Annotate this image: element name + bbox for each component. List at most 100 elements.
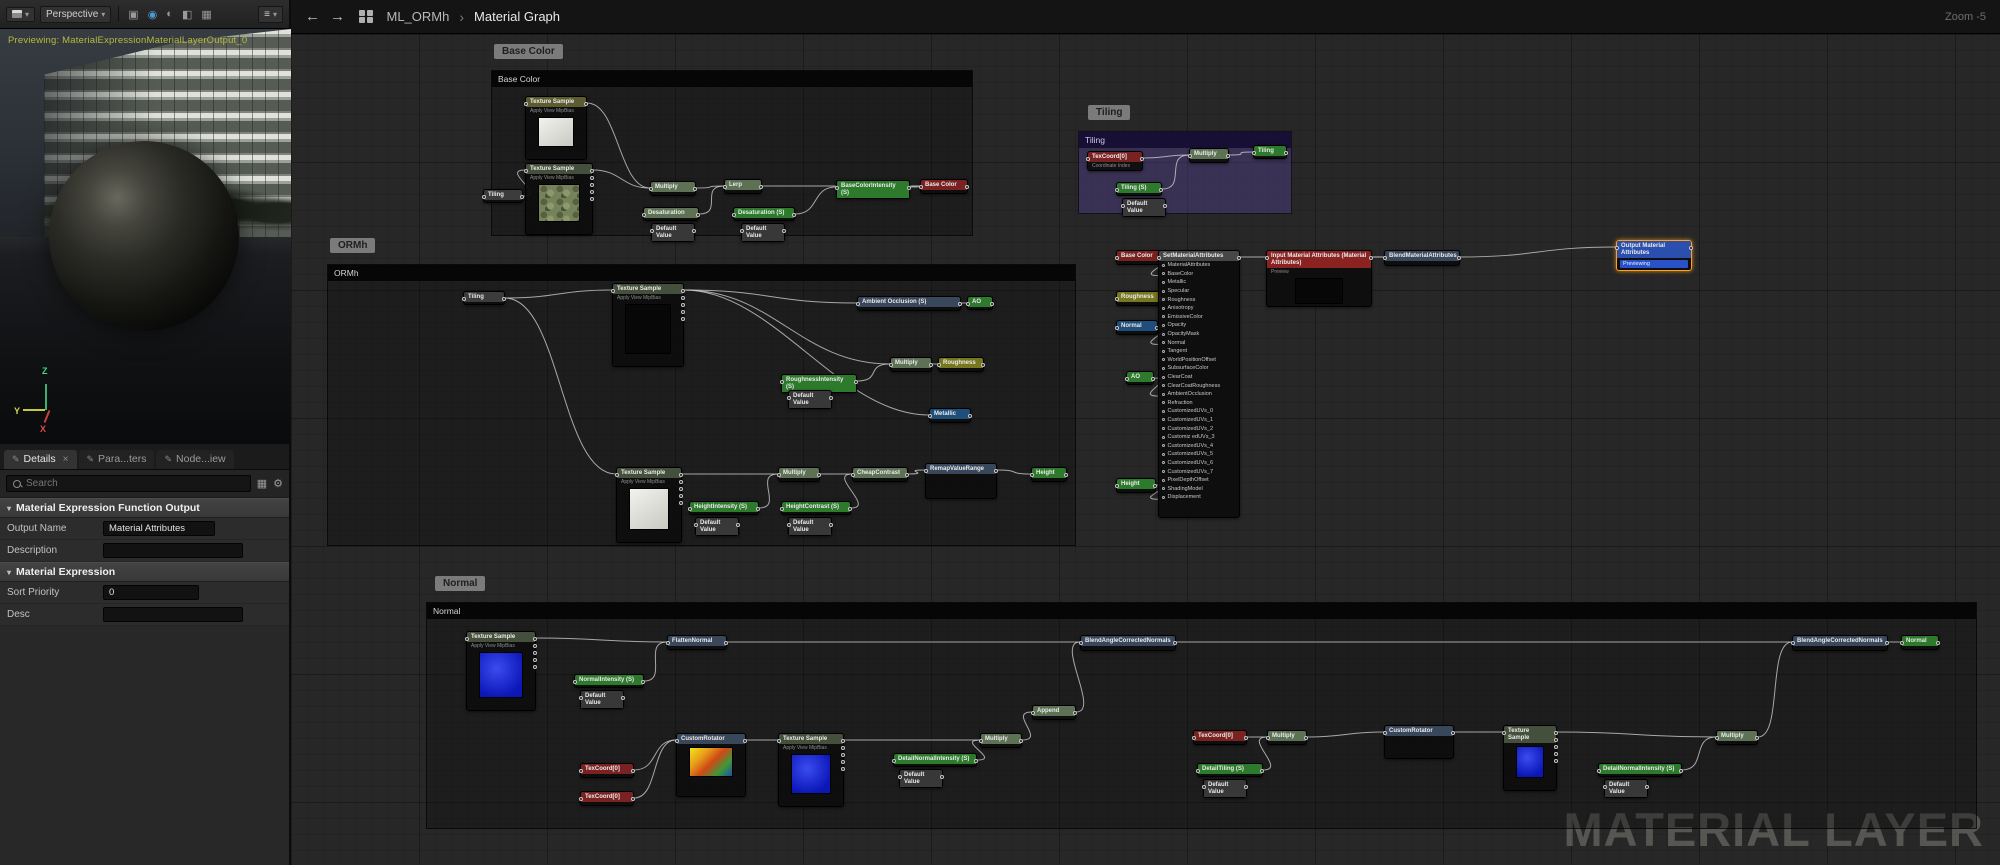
output-pin[interactable] xyxy=(590,176,594,180)
input-pin[interactable] xyxy=(465,637,469,641)
graph-node-n_out[interactable]: Normal xyxy=(1900,635,1940,650)
screenshot-icon[interactable]: ▣ xyxy=(126,7,140,22)
input-pin[interactable] xyxy=(688,507,692,511)
graph-node-n_tex1[interactable]: Texture Sample Apply View MipBias xyxy=(465,631,537,711)
desc-field[interactable] xyxy=(103,607,243,622)
input-pin[interactable] xyxy=(1265,256,1269,260)
output-pin[interactable] xyxy=(817,473,821,477)
output-pin[interactable] xyxy=(679,473,683,477)
input-pin[interactable] xyxy=(1383,731,1387,735)
graph-node-n_tc1[interactable]: TexCoord[0] xyxy=(579,763,635,778)
graph-node-orm_rough[interactable]: Roughness xyxy=(937,357,985,372)
graph-node-orm_tex[interactable]: Texture Sample Apply View MipBias xyxy=(611,283,685,367)
graph-node-n_tex3[interactable]: Texture Sample xyxy=(1502,725,1558,791)
input-pin[interactable] xyxy=(650,229,654,233)
output-pin[interactable] xyxy=(759,185,763,189)
graph-node-n_bacn1[interactable]: BlendAngleCorrectedNormals xyxy=(1079,635,1177,651)
graph-node-n_dint2[interactable]: DetailNormalIntensity (S) xyxy=(1597,763,1683,777)
output-pin[interactable] xyxy=(1073,711,1077,715)
input-pin[interactable] xyxy=(787,396,791,400)
output-pin[interactable] xyxy=(1237,256,1241,260)
input-pin[interactable] xyxy=(889,363,893,367)
graph-node-n_tc3[interactable]: TexCoord[0] xyxy=(1192,730,1248,745)
output-pin[interactable] xyxy=(1064,473,1068,477)
graph-node-r_ao[interactable]: AO xyxy=(1125,371,1155,385)
graph-node-orm_cc[interactable]: CheapContrast xyxy=(851,467,909,482)
graph-node-n_def2[interactable]: Default Value xyxy=(1202,779,1248,798)
input-pin[interactable] xyxy=(1121,204,1125,208)
input-pin[interactable] xyxy=(1715,736,1719,740)
graph-node-orm_hint1[interactable]: HeightIntensity (S) xyxy=(688,501,760,515)
input-pin[interactable] xyxy=(1079,641,1083,645)
output-pin[interactable] xyxy=(533,658,537,662)
output-pin[interactable] xyxy=(990,302,994,306)
output-pin[interactable] xyxy=(1159,188,1163,192)
output-pin[interactable] xyxy=(679,487,683,491)
output-pin[interactable] xyxy=(1554,752,1558,756)
graph-node-til_def[interactable]: Default Value xyxy=(1121,198,1167,217)
graph-node-n_tex2[interactable]: Texture Sample Apply View MipBias xyxy=(777,733,845,807)
output-pin[interactable] xyxy=(692,229,696,233)
graph-node-til_tc[interactable]: TexCoord[0] Coordinate Index xyxy=(1086,151,1144,171)
output-pin[interactable] xyxy=(848,507,852,511)
preview-viewport[interactable]: Previewing: MaterialExpressionMaterialLa… xyxy=(0,29,291,444)
graph-node-n_int[interactable]: NormalIntensity (S) xyxy=(573,674,645,688)
graph-node-n_ddef2[interactable]: Default Value xyxy=(1603,779,1649,798)
comment-tag-base_color[interactable]: Base Color xyxy=(494,44,563,59)
input-pin[interactable] xyxy=(642,213,646,217)
output-pin[interactable] xyxy=(1244,736,1248,740)
comment-frame-normal[interactable]: Normal xyxy=(426,602,1977,829)
graph-node-n_ddef1[interactable]: Default Value xyxy=(898,769,944,788)
graph-node-orm_rdef[interactable]: Default Value xyxy=(787,390,833,409)
input-pin[interactable] xyxy=(780,507,784,511)
graph-node-r_height[interactable]: Height xyxy=(1115,478,1157,493)
tab-parameters[interactable]: ✎ Para...ters xyxy=(78,450,155,469)
show-flags-button[interactable]: ≡ ▾ xyxy=(258,5,283,23)
output-pin[interactable] xyxy=(1885,641,1889,645)
output-pin[interactable] xyxy=(679,494,683,498)
input-pin[interactable] xyxy=(482,195,486,199)
output-pin[interactable] xyxy=(940,775,944,779)
input-pin[interactable] xyxy=(1202,785,1206,789)
output-pin[interactable] xyxy=(854,380,858,384)
graph-node-orm_htex[interactable]: Texture Sample Apply View MipBias xyxy=(615,467,683,543)
graph-node-orm_mul2[interactable]: Multiply xyxy=(777,467,821,482)
input-pin[interactable] xyxy=(919,185,923,189)
input-pin[interactable] xyxy=(462,297,466,301)
graph-node-til_param[interactable]: Tiling (S) xyxy=(1115,182,1163,196)
output-pin[interactable] xyxy=(533,644,537,648)
input-pin[interactable] xyxy=(1615,246,1619,250)
input-pin[interactable] xyxy=(615,473,619,477)
graph-node-til_mul[interactable]: Multiply xyxy=(1188,148,1230,163)
output-pin[interactable] xyxy=(981,363,985,367)
output-pin[interactable] xyxy=(736,523,740,527)
output-pin[interactable] xyxy=(1554,745,1558,749)
gear-icon[interactable]: ⚙ xyxy=(273,477,283,490)
input-pin[interactable] xyxy=(1086,157,1090,161)
graph-node-bc_param1[interactable]: Desaturation (S) xyxy=(732,207,796,221)
input-pin[interactable] xyxy=(579,769,583,773)
graph-node-r_rough[interactable]: Roughness xyxy=(1115,291,1163,306)
input-pin[interactable] xyxy=(1115,188,1119,192)
graph-node-n_rot2[interactable]: CustomRotator xyxy=(1383,725,1455,759)
output-pin[interactable] xyxy=(681,317,685,321)
input-pin[interactable] xyxy=(780,380,784,384)
graph-node-orm_hint2[interactable]: HeightContrast (S) xyxy=(780,501,852,515)
input-pin[interactable] xyxy=(666,641,670,645)
viewmode-wireframe-icon[interactable]: ◧ xyxy=(180,7,194,22)
output-pin[interactable] xyxy=(1369,256,1373,260)
output-pin[interactable] xyxy=(958,302,962,306)
output-pin[interactable] xyxy=(681,289,685,293)
input-pin[interactable] xyxy=(1266,736,1270,740)
output-pin[interactable] xyxy=(590,197,594,201)
input-pin[interactable] xyxy=(1115,326,1119,330)
output-pin[interactable] xyxy=(1284,151,1288,155)
output-pin[interactable] xyxy=(994,469,998,473)
input-pin[interactable] xyxy=(649,187,653,191)
comment-frame-tiling[interactable]: Tiling xyxy=(1078,131,1292,214)
graph-node-til_out[interactable]: Tiling xyxy=(1252,145,1288,159)
graph-node-r_bc[interactable]: Base Color xyxy=(1115,250,1163,265)
output-pin[interactable] xyxy=(1304,736,1308,740)
output-pin[interactable] xyxy=(743,739,747,743)
output-pin[interactable] xyxy=(968,414,972,418)
